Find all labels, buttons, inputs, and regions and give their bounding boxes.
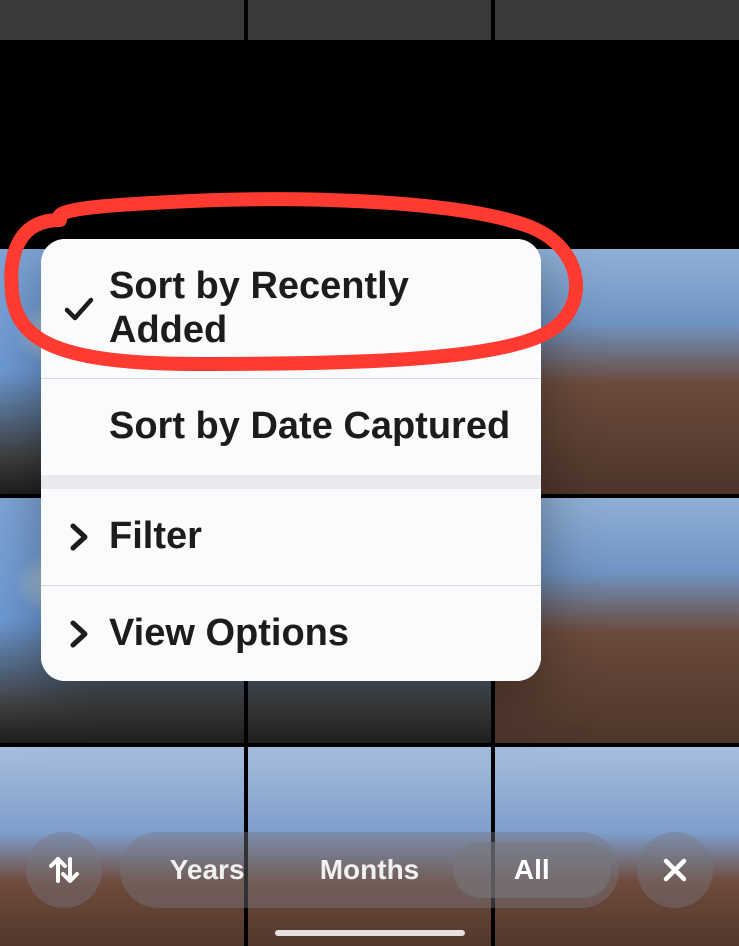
menu-item-sort-recent[interactable]: Sort by Recently Added xyxy=(41,239,541,378)
segment-label: Months xyxy=(320,854,420,885)
menu-label: Sort by Date Captured xyxy=(109,405,517,449)
close-icon xyxy=(660,855,690,885)
sort-arrows-icon xyxy=(45,851,83,889)
photo-thumb[interactable] xyxy=(495,0,739,40)
bottom-toolbar: Years Months All xyxy=(0,832,739,908)
photos-library-screen: Sort by Recently Added Sort by Date Capt… xyxy=(0,0,739,946)
menu-label: Sort by Recently Added xyxy=(109,265,517,352)
menu-label: View Options xyxy=(109,612,517,656)
sort-button[interactable] xyxy=(26,832,102,908)
home-indicator xyxy=(275,930,465,936)
close-button[interactable] xyxy=(637,832,713,908)
time-scope-segmented: Years Months All xyxy=(120,832,619,908)
menu-item-sort-date-captured[interactable]: Sort by Date Captured xyxy=(41,378,541,475)
sort-filter-menu: Sort by Recently Added Sort by Date Capt… xyxy=(41,239,541,681)
photo-thumb[interactable] xyxy=(0,0,244,40)
menu-item-view-options[interactable]: View Options xyxy=(41,585,541,682)
chevron-right-icon xyxy=(57,619,101,649)
segment-months[interactable]: Months xyxy=(290,842,448,898)
menu-separator xyxy=(41,475,541,489)
segment-years[interactable]: Years xyxy=(128,842,286,898)
menu-label: Filter xyxy=(109,515,517,559)
chevron-right-icon xyxy=(57,522,101,552)
photo-thumb[interactable] xyxy=(248,0,492,40)
segment-all[interactable]: All xyxy=(453,842,611,898)
segment-label: All xyxy=(514,854,550,885)
checkmark-icon xyxy=(57,296,101,322)
menu-item-filter[interactable]: Filter xyxy=(41,489,541,585)
segment-label: Years xyxy=(170,854,245,885)
